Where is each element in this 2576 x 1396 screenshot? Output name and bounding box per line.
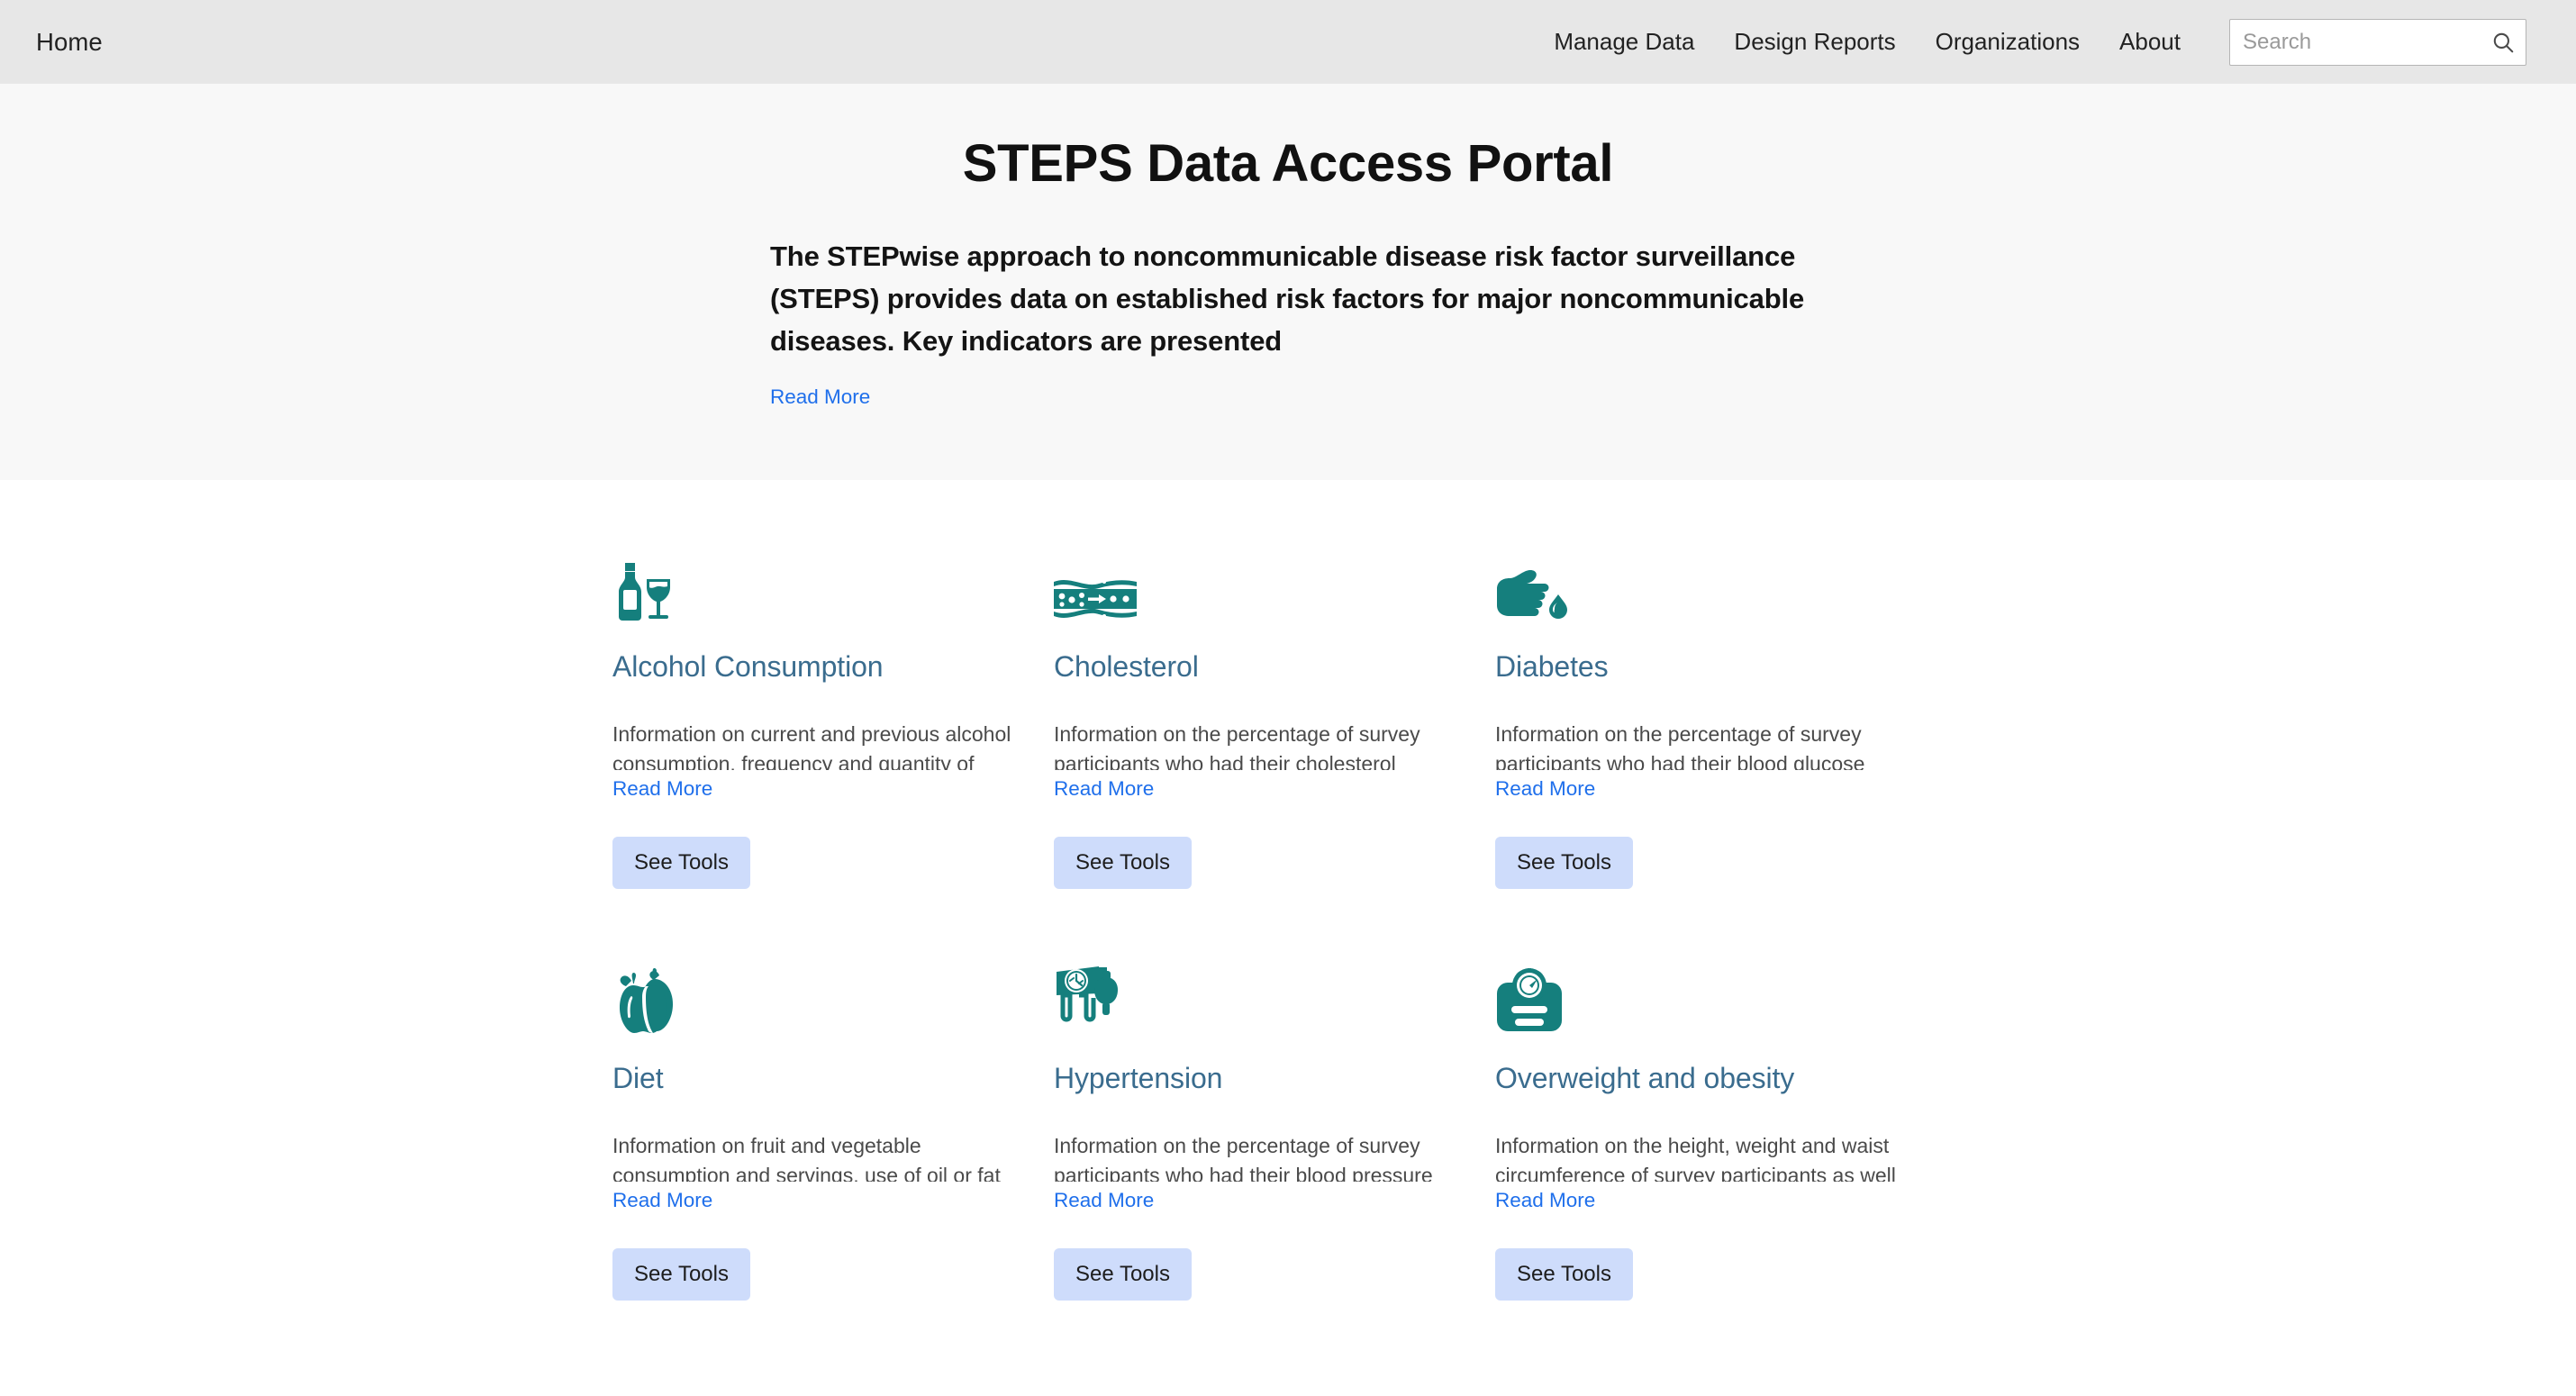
see-tools-button-alcohol-consumption[interactable]: See Tools	[612, 837, 750, 889]
see-tools-button-diet[interactable]: See Tools	[612, 1248, 750, 1301]
card-overweight-and-obesity: Overweight and obesity Information on th…	[1495, 968, 1937, 1301]
hero-section: STEPS Data Access Portal The STEPwise ap…	[0, 84, 2576, 480]
card-alcohol-consumption: Alcohol Consumption Information on curre…	[612, 557, 1054, 889]
finger-blood-drop-icon	[1495, 557, 1937, 621]
search-box	[2229, 18, 2526, 66]
card-read-more-overweight-and-obesity[interactable]: Read More	[1495, 1189, 1596, 1212]
card-description-diabetes: Information on the percentage of survey …	[1495, 722, 1865, 770]
weighing-scale-icon	[1495, 968, 1937, 1033]
nav-item-organizations[interactable]: Organizations	[1916, 28, 2100, 56]
card-title-alcohol-consumption[interactable]: Alcohol Consumption	[612, 650, 1054, 684]
card-title-cholesterol[interactable]: Cholesterol	[1054, 650, 1495, 684]
card-title-diet[interactable]: Diet	[612, 1062, 1054, 1095]
apple-and-pear-icon	[612, 968, 1054, 1033]
card-title-overweight-and-obesity[interactable]: Overweight and obesity	[1495, 1062, 1937, 1095]
card-title-diabetes[interactable]: Diabetes	[1495, 650, 1937, 684]
card-title-hypertension[interactable]: Hypertension	[1054, 1062, 1495, 1095]
card-description-diet: Information on fruit and vegetable consu…	[612, 1134, 1001, 1182]
navbar-left-group: Home	[36, 28, 103, 57]
card-description-cholesterol: Information on the percentage of survey …	[1054, 722, 1420, 770]
navbar-right-group: Manage Data Design Reports Organizations…	[1534, 18, 2526, 66]
nav-item-design-reports[interactable]: Design Reports	[1714, 28, 1915, 56]
card-description-overweight-and-obesity: Information on the height, weight and wa…	[1495, 1134, 1896, 1182]
hero-subtitle: The STEPwise approach to noncommunicable…	[770, 240, 1805, 358]
hero-body: The STEPwise approach to noncommunicable…	[770, 235, 1815, 409]
card-read-more-cholesterol[interactable]: Read More	[1054, 777, 1155, 801]
risk-factor-section: Alcohol Consumption Information on curre…	[0, 480, 2576, 1301]
card-diet: Diet Information on fruit and vegetable …	[612, 968, 1054, 1301]
grid-row-spacer	[1054, 889, 1495, 968]
see-tools-button-hypertension[interactable]: See Tools	[1054, 1248, 1192, 1301]
search-input[interactable]	[2229, 18, 2526, 66]
page-title: STEPS Data Access Portal	[962, 134, 1614, 193]
card-read-more-hypertension[interactable]: Read More	[1054, 1189, 1155, 1212]
card-cholesterol: Cholesterol Information on the percentag…	[1054, 557, 1495, 889]
blood-vessel-cholesterol-icon	[1054, 557, 1495, 621]
see-tools-button-diabetes[interactable]: See Tools	[1495, 837, 1633, 889]
card-read-more-diet[interactable]: Read More	[612, 1189, 713, 1212]
risk-factor-grid: Alcohol Consumption Information on curre…	[612, 557, 1896, 1301]
card-read-more-diabetes[interactable]: Read More	[1495, 777, 1596, 801]
nav-home-link[interactable]: Home	[36, 28, 103, 57]
card-description-alcohol-consumption: Information on current and previous alco…	[612, 722, 1011, 770]
nav-item-manage-data[interactable]: Manage Data	[1534, 28, 1714, 56]
nav-item-about[interactable]: About	[2100, 28, 2200, 56]
grid-row-spacer	[1495, 889, 1937, 968]
wine-bottle-and-glass-icon	[612, 557, 1054, 621]
grid-row-spacer	[612, 889, 1054, 968]
hero-read-more-link[interactable]: Read More	[770, 385, 870, 409]
blood-pressure-monitor-icon	[1054, 966, 1495, 1033]
see-tools-button-cholesterol[interactable]: See Tools	[1054, 837, 1192, 889]
see-tools-button-overweight-and-obesity[interactable]: See Tools	[1495, 1248, 1633, 1301]
card-hypertension: Hypertension Information on the percenta…	[1054, 966, 1495, 1301]
card-read-more-alcohol-consumption[interactable]: Read More	[612, 777, 713, 801]
card-diabetes: Diabetes Information on the percentage o…	[1495, 557, 1937, 889]
card-description-hypertension: Information on the percentage of survey …	[1054, 1134, 1433, 1182]
top-navbar: Home Manage Data Design Reports Organiza…	[0, 0, 2576, 84]
